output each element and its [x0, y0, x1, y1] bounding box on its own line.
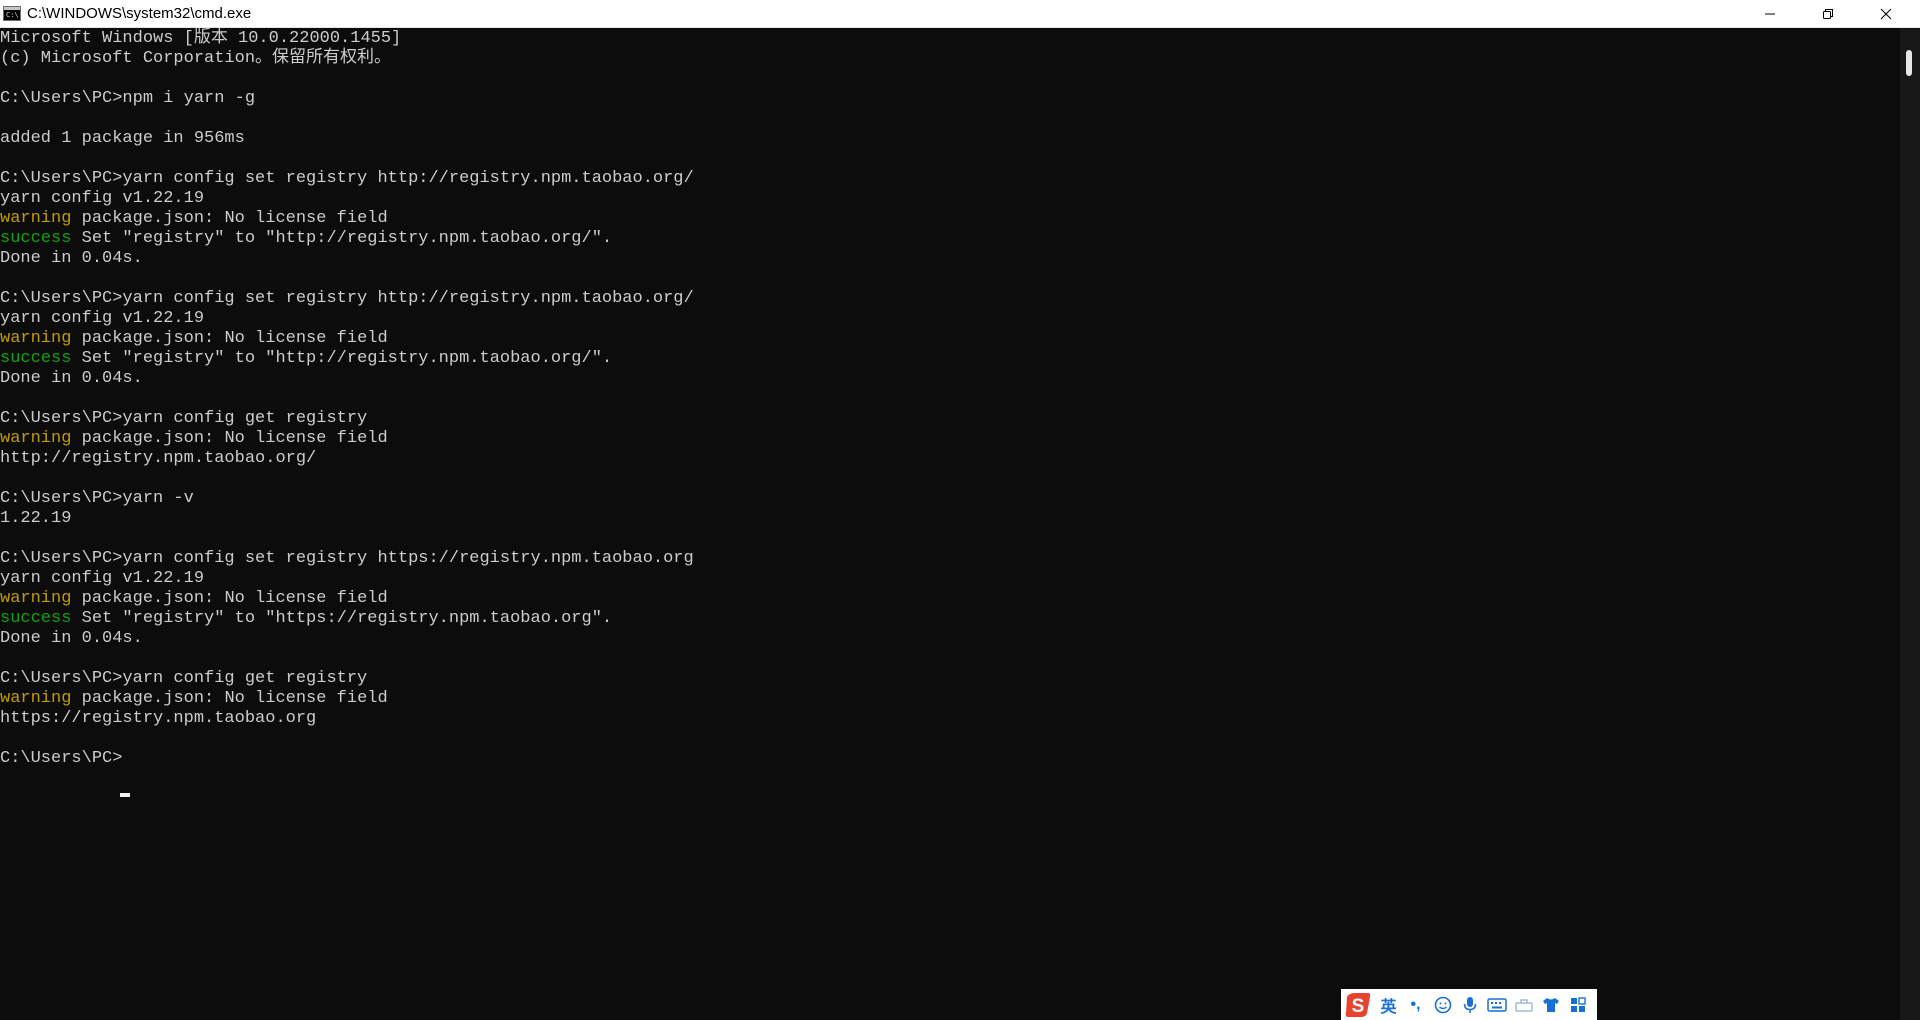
svg-text:S: S: [1352, 996, 1365, 1017]
console-line-text: C:\Users\PC>: [0, 749, 123, 768]
console-line: C:\Users\PC>yarn -v: [0, 489, 194, 509]
warning-label: warning: [0, 209, 72, 228]
console-line: C:\Users\PC>yarn config set registry htt…: [0, 169, 694, 189]
console-line-text: yarn config v1.22.19: [0, 189, 205, 208]
skin-icon[interactable]: [1537, 989, 1564, 1020]
console-line: C:\Users\PC>: [0, 749, 122, 769]
console-line-text: package.json: No license field: [71, 589, 388, 608]
window-title: C:\WINDOWS\system32\cmd.exe: [27, 5, 252, 22]
success-label: success: [0, 609, 72, 628]
toolbox-icon[interactable]: [1510, 989, 1537, 1020]
console-line: warning package.json: No license field: [0, 689, 388, 709]
console-line-text: Done in 0.04s.: [0, 369, 143, 388]
cmd-app-icon[interactable]: C:\: [3, 6, 21, 21]
console-line-text: http://registry.npm.taobao.org/: [0, 449, 317, 468]
warning-label: warning: [0, 689, 72, 708]
keyboard-icon[interactable]: [1483, 989, 1510, 1020]
console-line: warning package.json: No license field: [0, 429, 388, 449]
vertical-scrollbar[interactable]: [1900, 28, 1920, 1020]
console-line: https://registry.npm.taobao.org: [0, 709, 316, 729]
console-line-text: (c) Microsoft Corporation。保留所有权利。: [0, 49, 392, 68]
menu-grid-icon[interactable]: [1564, 989, 1591, 1020]
console-line-text: yarn config v1.22.19: [0, 569, 205, 588]
console-line: warning package.json: No license field: [0, 589, 388, 609]
warning-label: warning: [0, 429, 72, 448]
console-line-text: C:\Users\PC>yarn config set registry htt…: [0, 549, 694, 568]
console-line-text: Done in 0.04s.: [0, 629, 143, 648]
success-label: success: [0, 349, 72, 368]
warning-label: warning: [0, 589, 72, 608]
console-line-text: Done in 0.04s.: [0, 249, 143, 268]
console-line-text: 1.22.19: [0, 509, 72, 528]
warning-label: warning: [0, 329, 72, 348]
console-line: Microsoft Windows [版本 10.0.22000.1455]: [0, 29, 401, 49]
emoji-icon[interactable]: [1429, 989, 1456, 1020]
console-line: Done in 0.04s.: [0, 629, 143, 649]
title-bar[interactable]: C:\ C:\WINDOWS\system32\cmd.exe: [0, 0, 1920, 28]
console-line-text: C:\Users\PC>yarn config get registry: [0, 669, 368, 688]
console-line: Done in 0.04s.: [0, 249, 143, 269]
console-line-text: Set "registry" to "https://registry.npm.…: [71, 609, 613, 628]
console-line: (c) Microsoft Corporation。保留所有权利。: [0, 49, 391, 69]
console-line-text: package.json: No license field: [71, 329, 388, 348]
console-line-text: https://registry.npm.taobao.org: [0, 709, 317, 728]
console-line: Done in 0.04s.: [0, 369, 143, 389]
console-line-text: Set "registry" to "http://registry.npm.t…: [71, 229, 613, 248]
console-line: added 1 package in 956ms: [0, 129, 245, 149]
ime-toolbar[interactable]: S 英 •,: [1341, 989, 1597, 1020]
text-cursor: [120, 793, 130, 797]
console-line-text: yarn config v1.22.19: [0, 309, 205, 328]
console-line: C:\Users\PC>yarn config get registry: [0, 409, 367, 429]
console-line: 1.22.19: [0, 509, 71, 529]
console-line: warning package.json: No license field: [0, 209, 388, 229]
console-line: success Set "registry" to "https://regis…: [0, 609, 612, 629]
ime-language-toggle[interactable]: 英: [1375, 989, 1402, 1020]
close-icon: [1880, 8, 1892, 20]
console-line-text: package.json: No license field: [71, 429, 388, 448]
console-line: success Set "registry" to "http://regist…: [0, 229, 612, 249]
console-line-text: C:\Users\PC>yarn config set registry htt…: [0, 289, 694, 308]
console-line-text: C:\Users\PC>yarn config get registry: [0, 409, 368, 428]
console-line: success Set "registry" to "http://regist…: [0, 349, 612, 369]
console-line: yarn config v1.22.19: [0, 569, 204, 589]
console-line-text: C:\Users\PC>npm i yarn -g: [0, 89, 256, 108]
close-button[interactable]: [1855, 0, 1917, 28]
restore-icon: [1823, 9, 1833, 19]
minimize-icon: [1765, 13, 1775, 15]
console-line: yarn config v1.22.19: [0, 189, 204, 209]
ime-punctuation-toggle[interactable]: •,: [1402, 989, 1429, 1020]
console-output[interactable]: Microsoft Windows [版本 10.0.22000.1455] (c…: [0, 28, 1900, 1020]
console-line: yarn config v1.22.19: [0, 309, 204, 329]
console-line-text: Set "registry" to "http://registry.npm.t…: [71, 349, 613, 368]
console-line-text: package.json: No license field: [71, 689, 388, 708]
console-line-text: C:\Users\PC>yarn -v: [0, 489, 194, 508]
console-line-text: package.json: No license field: [71, 209, 388, 228]
console-line: C:\Users\PC>npm i yarn -g: [0, 89, 255, 109]
console-line: C:\Users\PC>yarn config get registry: [0, 669, 367, 689]
success-label: success: [0, 229, 72, 248]
minimize-button[interactable]: [1739, 0, 1801, 28]
console-line: C:\Users\PC>yarn config set registry htt…: [0, 289, 694, 309]
scrollbar-thumb[interactable]: [1906, 50, 1912, 76]
console-line: warning package.json: No license field: [0, 329, 388, 349]
restore-button[interactable]: [1797, 0, 1859, 28]
console-line-text: Microsoft Windows [版本 10.0.22000.1455]: [0, 29, 402, 48]
microphone-icon[interactable]: [1456, 989, 1483, 1020]
console-line: C:\Users\PC>yarn config set registry htt…: [0, 549, 694, 569]
console-line-text: added 1 package in 956ms: [0, 129, 245, 148]
console-line: http://registry.npm.taobao.org/: [0, 449, 316, 469]
sogou-logo-icon[interactable]: S: [1341, 989, 1375, 1020]
console-line-text: C:\Users\PC>yarn config set registry htt…: [0, 169, 694, 188]
